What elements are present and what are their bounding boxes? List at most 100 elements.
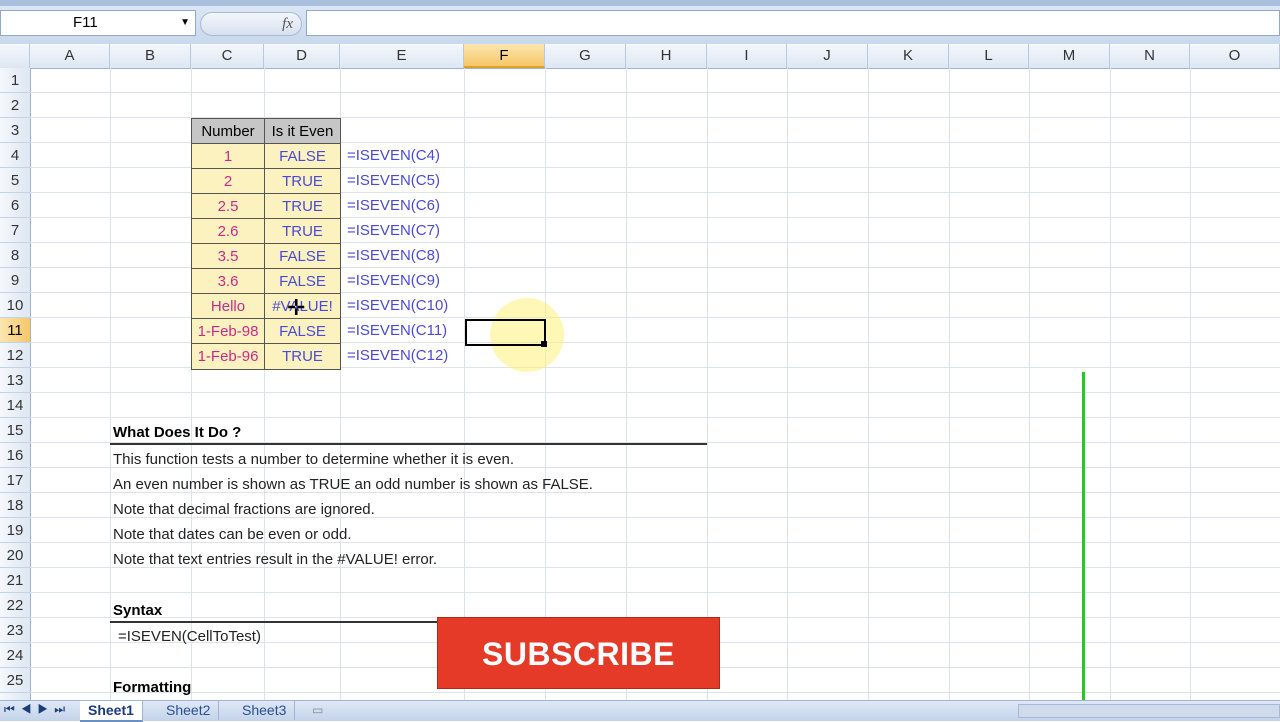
row-header[interactable]: 9 [0,268,30,293]
cell-d12[interactable]: TRUE [264,343,341,370]
tab-sheet2[interactable]: Sheet2 [158,701,220,720]
formula-input[interactable] [306,10,1280,36]
cell-c6[interactable]: 2.5 [191,193,265,219]
cell-e5[interactable]: =ISEVEN(C5) [347,168,440,193]
cell-d9[interactable]: FALSE [264,268,341,294]
row-header-selected[interactable]: 11 [0,318,30,343]
column-header-b[interactable]: B [110,44,191,68]
column-header-o[interactable]: O [1190,44,1280,68]
name-box-value: F11 [73,14,98,31]
cell-d8[interactable]: FALSE [264,243,341,269]
insert-sheet-icon[interactable]: ▭ [312,703,336,717]
cell-c9[interactable]: 3.6 [191,268,265,294]
section-title-syntax: Syntax [113,602,163,619]
row-header[interactable]: 10 [0,293,30,318]
column-header-m[interactable]: M [1029,44,1110,68]
gridline [464,68,465,700]
sheet-nav-arrows-icon[interactable]: ⏮◀▶⏭ [4,702,71,717]
cell-d6[interactable]: TRUE [264,193,341,219]
cell-e12[interactable]: =ISEVEN(C12) [347,343,448,368]
row-header[interactable]: 2 [0,93,30,118]
gridline [949,68,950,700]
cell-e9[interactable]: =ISEVEN(C9) [347,268,440,293]
column-header-e[interactable]: E [340,44,464,68]
row-header[interactable]: 15 [0,418,30,443]
column-header-i[interactable]: I [707,44,787,68]
column-header-l[interactable]: L [949,44,1029,68]
row-header[interactable]: 22 [0,593,30,618]
cell-c8[interactable]: 3.5 [191,243,265,269]
row-header[interactable]: 8 [0,243,30,268]
gridline [1029,68,1030,700]
column-header-a[interactable]: A [30,44,110,68]
row-header-bar: 1 2 3 4 5 6 7 8 9 10 11 12 13 14 15 16 1… [0,68,31,700]
cell-d3[interactable]: Is it Even [264,118,341,144]
row-header[interactable]: 24 [0,643,30,668]
gridline [110,68,111,700]
cell-d7[interactable]: TRUE [264,218,341,244]
gridline [626,68,627,700]
description-line: Note that text entries result in the #VA… [113,551,438,568]
active-cell-f11[interactable] [465,319,546,346]
cell-c10[interactable]: Hello [191,293,265,319]
chevron-down-icon[interactable]: ▼ [180,11,190,35]
column-header-f[interactable]: F [464,44,545,68]
tab-sheet1[interactable]: Sheet1 [80,701,143,722]
gridline [707,68,708,700]
row-header[interactable]: 21 [0,568,30,593]
column-header-k[interactable]: K [868,44,949,68]
subscribe-button[interactable]: SUBSCRIBE [437,617,720,689]
gridline [1110,68,1111,700]
cell-d5[interactable]: TRUE [264,168,341,194]
row-header[interactable]: 7 [0,218,30,243]
gridline [868,68,869,700]
row-header[interactable]: 17 [0,468,30,493]
column-header-n[interactable]: N [1110,44,1190,68]
cell-e10[interactable]: =ISEVEN(C10) [347,293,448,318]
row-header[interactable]: 3 [0,118,30,143]
cell-e6[interactable]: =ISEVEN(C6) [347,193,440,218]
fill-handle[interactable] [541,341,547,347]
row-header[interactable]: 23 [0,618,30,643]
row-header[interactable]: 6 [0,193,30,218]
cell-e11[interactable]: =ISEVEN(C11) [347,318,447,343]
cell-c4[interactable]: 1 [191,143,265,169]
select-all-corner[interactable] [0,44,30,68]
row-header[interactable]: 5 [0,168,30,193]
tab-sheet3[interactable]: Sheet3 [234,701,296,720]
insert-function-button[interactable]: fx [200,12,302,36]
cell-e8[interactable]: =ISEVEN(C8) [347,243,440,268]
row-header[interactable]: 18 [0,493,30,518]
row-header[interactable]: 14 [0,393,30,418]
cell-d11[interactable]: FALSE [264,318,341,344]
syntax-text: =ISEVEN(CellToTest) [118,628,261,645]
row-header[interactable]: 1 [0,68,30,93]
column-header-d[interactable]: D [264,44,340,68]
horizontal-scrollbar[interactable] [1018,704,1280,718]
row-header[interactable]: 4 [0,143,30,168]
cell-d4[interactable]: FALSE [264,143,341,169]
column-header-c[interactable]: C [191,44,264,68]
section-title-formatting: Formatting [113,679,192,696]
row-header[interactable]: 13 [0,368,30,393]
description-line: An even number is shown as TRUE an odd n… [113,476,593,493]
column-header-g[interactable]: G [545,44,626,68]
row-header[interactable]: 20 [0,543,30,568]
cell-c11[interactable]: 1-Feb-98 [191,318,265,344]
row-header[interactable]: 12 [0,343,30,368]
column-header-h[interactable]: H [626,44,707,68]
row-header[interactable]: 16 [0,443,30,468]
description-line: Note that dates can be even or odd. [113,526,352,543]
cell-e4[interactable]: =ISEVEN(C4) [347,143,440,168]
gridline [1190,68,1191,700]
column-header-j[interactable]: J [787,44,868,68]
cell-c12[interactable]: 1-Feb-96 [191,343,265,370]
row-header[interactable]: 25 [0,668,30,693]
name-box[interactable]: F11 ▼ [0,10,196,36]
row-header[interactable]: 19 [0,518,30,543]
cell-e7[interactable]: =ISEVEN(C7) [347,218,440,243]
cell-c5[interactable]: 2 [191,168,265,194]
cell-c3[interactable]: Number [191,118,265,144]
cell-c7[interactable]: 2.6 [191,218,265,244]
formula-bar: F11 ▼ fx [0,0,1280,45]
